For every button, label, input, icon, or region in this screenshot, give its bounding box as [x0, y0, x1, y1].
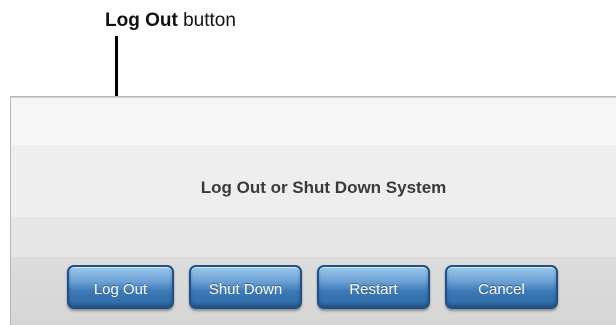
cancel-button[interactable]: Cancel	[445, 265, 558, 309]
dialog-button-row: Log Out Shut Down Restart Cancel	[67, 265, 558, 309]
callout-label-rest: button	[177, 10, 236, 31]
callout-label-bold: Log Out	[105, 10, 178, 31]
shut-down-button[interactable]: Shut Down	[189, 265, 302, 309]
log-out-button[interactable]: Log Out	[67, 265, 174, 309]
logout-dialog: Log Out or Shut Down System Log Out Shut…	[10, 96, 616, 325]
screenshot-root: Log Out button Log Out or Shut Down Syst…	[0, 0, 616, 325]
dialog-title: Log Out or Shut Down System	[200, 178, 447, 197]
restart-button[interactable]: Restart	[317, 265, 430, 309]
callout-label: Log Out button	[105, 10, 236, 32]
